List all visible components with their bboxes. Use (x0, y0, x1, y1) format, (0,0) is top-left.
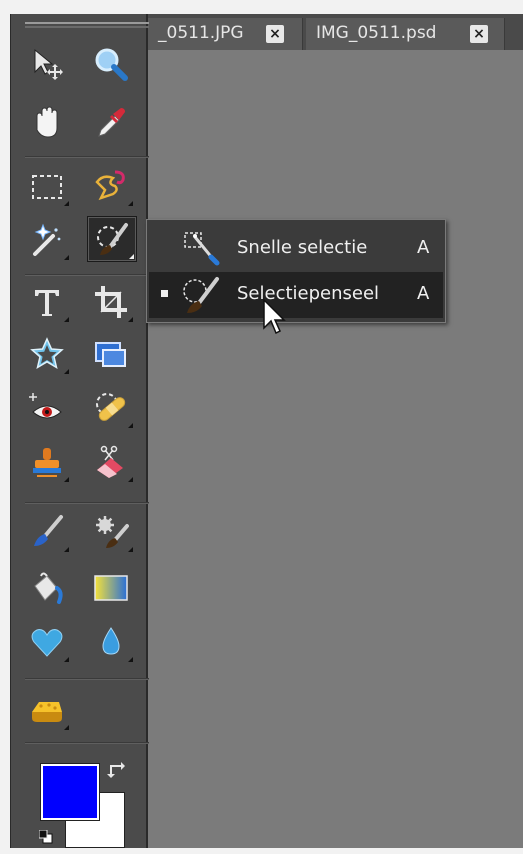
tab-0511-jpg[interactable]: _0511.JPG × (148, 18, 303, 50)
menu-item-shortcut: A (417, 283, 430, 304)
submenu-indicator (64, 477, 69, 482)
move-tool-button[interactable] (23, 42, 71, 86)
document-tab-bar: _0511.JPG × IMG_0511.psd × (148, 14, 523, 51)
gradient-icon (94, 575, 128, 601)
lasso-tool-button[interactable] (87, 164, 135, 208)
type-icon (35, 290, 59, 316)
toolbox-divider (25, 502, 149, 504)
sponge-tool-button[interactable] (23, 688, 71, 732)
paint-bucket-tool-button[interactable] (23, 566, 71, 610)
paint-bucket-icon (34, 572, 63, 604)
move-icon (34, 48, 63, 80)
submenu-indicator (64, 317, 69, 322)
menu-item-shortcut: A (417, 237, 430, 258)
hand-icon (36, 106, 58, 138)
menu-item-label: Selectiepenseel (237, 283, 380, 304)
selection-brush-icon (97, 223, 128, 255)
magnifier-icon (95, 48, 128, 81)
submenu-indicator (64, 657, 69, 662)
toolbox-divider (25, 742, 149, 744)
recompose-icon (95, 342, 126, 367)
selection-tool-flyout-menu: Snelle selectie A Selectiepenseel A (146, 219, 446, 323)
tab-label: _0511.JPG (158, 23, 244, 43)
star-icon (30, 337, 64, 370)
red-eye-tool-button[interactable] (23, 386, 71, 430)
selection-brush-icon (183, 277, 219, 313)
menu-item-label: Snelle selectie (237, 237, 368, 258)
close-icon[interactable]: × (470, 25, 488, 43)
eyedropper-tool-button[interactable] (87, 100, 135, 144)
red-eye-icon (29, 393, 62, 419)
smart-brush-icon (96, 516, 129, 548)
submenu-indicator (128, 423, 133, 428)
sponge-icon (32, 702, 62, 722)
submenu-indicator (129, 254, 134, 259)
toolbox-divider (25, 156, 149, 158)
close-icon[interactable]: × (266, 25, 284, 43)
eraser-tool-button[interactable] (87, 440, 135, 484)
quick-selection-icon (184, 232, 220, 266)
magic-wand-tool-button[interactable] (23, 218, 71, 262)
submenu-indicator (64, 369, 69, 374)
toolbox-grip[interactable] (25, 22, 149, 24)
crop-tool-button[interactable] (87, 280, 135, 324)
smart-brush-tool-button[interactable] (87, 510, 135, 554)
submenu-indicator (64, 201, 69, 206)
submenu-indicator (128, 317, 133, 322)
selection-brush-tool-button[interactable] (87, 216, 137, 262)
bandage-icon (96, 393, 126, 421)
gradient-tool-button[interactable] (87, 566, 135, 610)
custom-shape-tool-button[interactable] (23, 332, 71, 376)
type-tool-button[interactable] (23, 280, 71, 324)
submenu-indicator (64, 255, 69, 260)
menu-item-quick-selection[interactable]: Snelle selectie A (149, 226, 443, 272)
menu-item-selection-brush[interactable]: Selectiepenseel A (149, 272, 443, 318)
healing-brush-tool-button[interactable] (87, 386, 135, 430)
stamp-icon (33, 448, 61, 477)
droplet-icon (102, 627, 120, 655)
hand-tool-button[interactable] (23, 100, 71, 144)
cookie-cutter-tool-button[interactable] (23, 620, 71, 664)
rectangular-marquee-tool-button[interactable] (23, 164, 71, 208)
eraser-icon (97, 445, 123, 478)
clone-stamp-tool-button[interactable] (23, 440, 71, 484)
zoom-tool-button[interactable] (87, 42, 135, 86)
brush-icon (34, 515, 63, 546)
tab-img-0511-psd[interactable]: IMG_0511.psd × (306, 18, 505, 50)
recompose-tool-button[interactable] (87, 332, 135, 376)
swap-colors-icon[interactable] (107, 760, 127, 780)
submenu-indicator (128, 477, 133, 482)
canvas-area[interactable] (148, 50, 523, 848)
foreground-color-swatch[interactable] (40, 763, 100, 821)
submenu-indicator (128, 547, 133, 552)
eyedropper-icon (98, 108, 125, 137)
default-colors-icon[interactable] (39, 830, 53, 844)
submenu-indicator (64, 547, 69, 552)
selected-indicator-icon (161, 290, 168, 297)
toolbox-grip[interactable] (25, 26, 149, 28)
submenu-indicator (128, 657, 133, 662)
magic-wand-icon (33, 223, 61, 256)
marquee-icon (32, 175, 62, 199)
tab-label: IMG_0511.psd (316, 23, 437, 43)
toolbox (10, 14, 149, 848)
blur-tool-button[interactable] (87, 620, 135, 664)
mouse-cursor-icon (263, 298, 286, 335)
submenu-indicator (128, 201, 133, 206)
brush-tool-button[interactable] (23, 510, 71, 554)
submenu-indicator (64, 725, 69, 730)
toolbox-divider (25, 274, 149, 276)
crop-icon (95, 286, 127, 318)
heart-icon (31, 629, 63, 657)
lasso-icon (95, 170, 125, 201)
color-swatches (39, 762, 141, 854)
toolbox-divider (25, 678, 149, 680)
